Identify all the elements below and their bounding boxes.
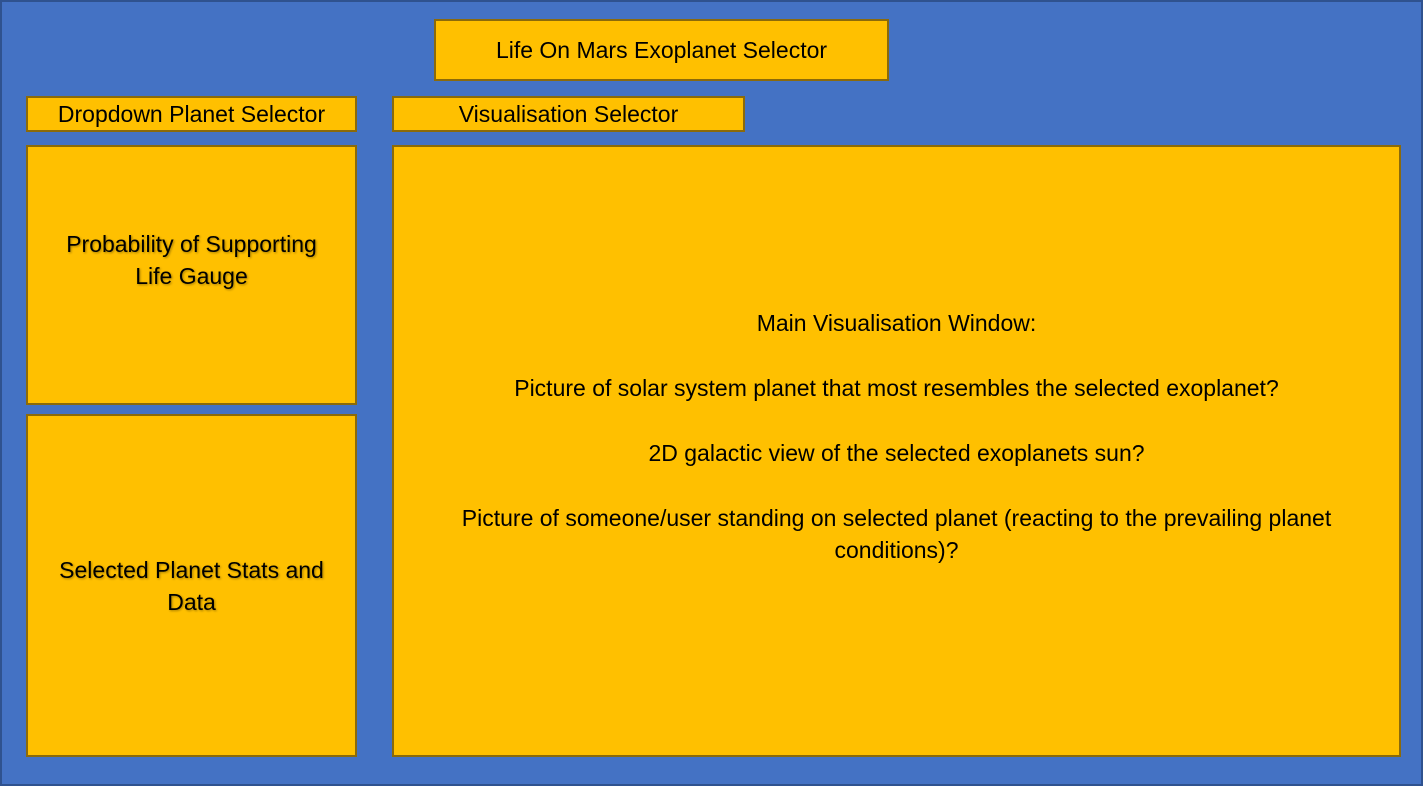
dropdown-planet-selector[interactable]: Dropdown Planet Selector [26,96,357,132]
diagram-canvas: Life On Mars Exoplanet Selector Dropdown… [0,0,1423,786]
main-window-line: Picture of solar system planet that most… [514,374,1279,401]
app-title: Life On Mars Exoplanet Selector [495,36,828,63]
dropdown-planet-selector-label: Dropdown Planet Selector [57,100,326,127]
planet-stats-panel: Selected Planet Stats and Data [26,414,357,757]
main-visualisation-window: Main Visualisation Window: Picture of so… [392,145,1401,757]
stats-panel-label: Selected Planet Stats and Data [59,556,324,615]
main-window-line: 2D galactic view of the selected exoplan… [648,439,1145,466]
life-probability-gauge-panel: Probability of Supporting Life Gauge [26,145,357,405]
visualisation-selector[interactable]: Visualisation Selector [392,96,745,132]
title-box: Life On Mars Exoplanet Selector [434,19,889,81]
main-window-heading: Main Visualisation Window: [756,309,1037,336]
visualisation-selector-label: Visualisation Selector [458,100,679,127]
gauge-panel-label: Probability of Supporting Life Gauge [66,231,317,289]
main-window-line: Picture of someone/user standing on sele… [461,504,1332,563]
